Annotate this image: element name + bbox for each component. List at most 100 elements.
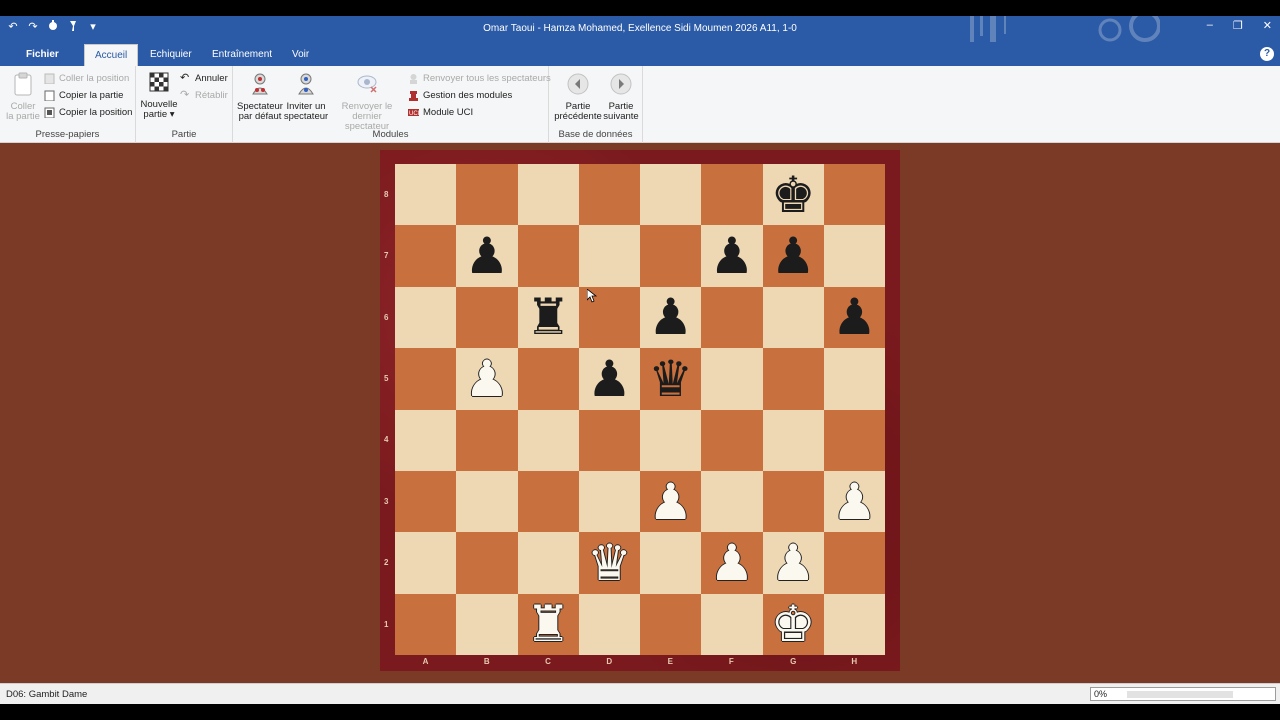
tab-file[interactable]: Fichier [16,44,69,66]
square-e2[interactable] [640,532,702,594]
close-button[interactable]: ✕ [1263,19,1272,32]
black-pawn-piece[interactable]: ♟ [456,225,517,286]
rank-label: 1 [384,619,389,629]
black-pawn-piece[interactable]: ♟ [763,225,824,286]
square-h7[interactable] [823,225,885,287]
square-h8[interactable] [823,164,885,226]
square-a6[interactable] [395,286,457,349]
paste-position-button[interactable]: Coller la position [44,70,129,86]
redo-button[interactable]: ↷ Rétablir [180,87,228,103]
white-king-piece[interactable]: ♚ [763,594,824,655]
help-icon[interactable]: ? [1260,47,1274,61]
previous-arrow-icon [567,73,589,95]
undo-button[interactable]: ↶ Annuler [180,70,228,86]
tab-training[interactable]: Entraînement [202,44,282,66]
square-g6[interactable] [762,286,824,349]
uci-module-button[interactable]: UCI Module UCI [408,104,473,120]
remove-last-spectator-button[interactable]: Renvoyer le dernier spectateur [329,72,405,132]
square-a1[interactable] [395,593,457,656]
square-c3[interactable] [517,471,579,533]
square-f1[interactable] [701,593,763,656]
square-a5[interactable] [395,348,457,410]
black-king-piece[interactable]: ♚ [763,164,824,225]
square-f8[interactable] [701,164,763,226]
square-e8[interactable] [640,164,702,226]
square-c4[interactable] [517,409,579,471]
square-g4[interactable] [762,409,824,471]
black-pawn-piece[interactable]: ♟ [640,287,701,348]
restore-button[interactable]: ❐ [1233,19,1243,32]
copy-game-button[interactable]: Copier la partie [44,87,123,103]
white-pawn-piece[interactable]: ♟ [824,471,885,532]
dropdown-arrow-icon[interactable]: ▾ [167,109,175,120]
black-pawn-piece[interactable]: ♟ [579,348,640,409]
white-pawn-piece[interactable]: ♟ [456,348,517,409]
square-c7[interactable] [517,225,579,287]
square-c2[interactable] [517,532,579,594]
square-e1[interactable] [640,593,702,656]
rank-label: 6 [384,312,389,322]
square-d4[interactable] [578,409,640,471]
white-pawn-piece[interactable]: ♟ [640,471,701,532]
square-b1[interactable] [456,593,518,656]
previous-game-button[interactable]: Partie précédente [553,72,603,122]
square-d1[interactable] [578,593,640,656]
white-queen-piece[interactable]: ♛ [579,532,640,593]
square-b4[interactable] [456,409,518,471]
square-g5[interactable] [762,348,824,410]
clipboard-icon [14,72,32,96]
square-h4[interactable] [823,409,885,471]
square-f4[interactable] [701,409,763,471]
tab-board[interactable]: Echiquier [140,44,202,66]
square-d7[interactable] [578,225,640,287]
chessboard[interactable]: ♚ ♟ ♟ ♟ ♜ ♟ ♟ ♟ ♟ ♛ ♟ ♟ ♛ ♟ ♟ ♜ ♚ [395,164,885,656]
square-f3[interactable] [701,471,763,533]
copy-icon [44,90,55,101]
square-a3[interactable] [395,471,457,533]
white-pawn-piece[interactable]: ♟ [701,532,762,593]
tab-home[interactable]: Accueil [84,44,139,66]
square-e4[interactable] [640,409,702,471]
paste-game-button[interactable]: Coller la partie [4,72,42,122]
new-game-button[interactable]: Nouvelle partie ▾ [140,70,178,120]
square-a7[interactable] [395,225,457,287]
tab-view[interactable]: Voir [282,44,319,66]
invite-spectator-button[interactable]: Inviter un spectateur [283,72,329,122]
square-b2[interactable] [456,532,518,594]
modules-icon [408,90,419,101]
black-pawn-piece[interactable]: ♟ [824,287,885,348]
square-b8[interactable] [456,164,518,226]
square-a8[interactable] [395,164,457,226]
remove-all-spectators-button[interactable]: Renvoyer tous les spectateurs [408,70,551,86]
square-f6[interactable] [701,286,763,349]
copy-position-button[interactable]: Copier la position [44,104,132,120]
square-g3[interactable] [762,471,824,533]
square-h5[interactable] [823,348,885,410]
square-a2[interactable] [395,532,457,594]
next-game-button[interactable]: Partie suivante [601,72,641,122]
square-c5[interactable] [517,348,579,410]
minimize-button[interactable]: – [1207,19,1213,32]
square-c8[interactable] [517,164,579,226]
manage-modules-button[interactable]: Gestion des modules [408,87,512,103]
white-pawn-piece[interactable]: ♟ [763,532,824,593]
square-b6[interactable] [456,286,518,349]
default-spectator-button[interactable]: Spectateur par défaut [235,72,285,122]
square-d8[interactable] [578,164,640,226]
square-a4[interactable] [395,409,457,471]
black-pawn-piece[interactable]: ♟ [701,225,762,286]
black-queen-piece[interactable]: ♛ [640,348,701,409]
square-e7[interactable] [640,225,702,287]
square-f5[interactable] [701,348,763,410]
square-b3[interactable] [456,471,518,533]
black-rook-piece[interactable]: ♜ [518,287,579,348]
svg-text:UCI: UCI [409,111,419,117]
square-h2[interactable] [823,532,885,594]
white-rook-piece[interactable]: ♜ [518,594,579,655]
file-label: D [606,657,613,666]
file-label: B [483,657,490,666]
invite-spectator-icon [298,73,314,95]
square-h1[interactable] [823,593,885,656]
square-d3[interactable] [578,471,640,533]
spectators-icon [408,73,419,84]
